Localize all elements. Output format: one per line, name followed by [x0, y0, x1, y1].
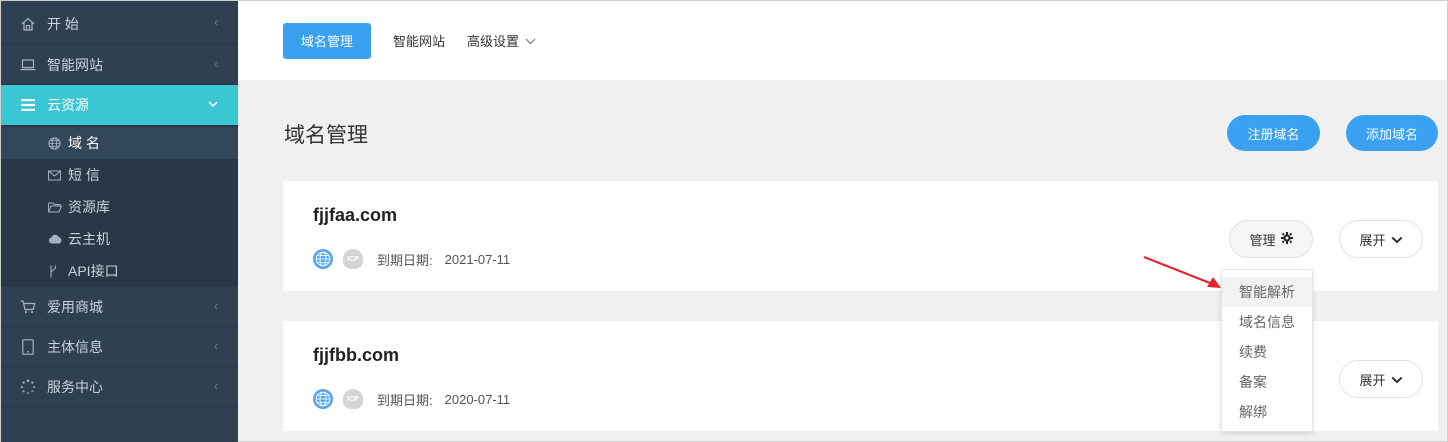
sidebar-item-label: 智能网站	[47, 56, 103, 73]
home-icon	[19, 16, 37, 32]
icp-badge-icon: ICP	[343, 389, 363, 409]
button-label: 展开	[1359, 372, 1386, 388]
gear-icon	[1280, 231, 1293, 247]
tablet-icon	[19, 338, 37, 355]
laptop-icon	[19, 58, 37, 72]
chevron-left-icon: ‹	[214, 339, 218, 353]
chevron-left-icon: ‹	[214, 57, 218, 71]
register-domain-button[interactable]: 注册域名	[1227, 115, 1320, 151]
sidebar-subitem-label: 短 信	[68, 167, 100, 183]
sidebar-subitem-label: API接口	[68, 263, 119, 279]
button-label: 注册域名	[1247, 126, 1300, 142]
globe-icon	[313, 249, 333, 269]
expiry-label: 到期日期:	[377, 392, 433, 408]
sidebar-subitem-sms[interactable]: 短 信	[1, 159, 238, 191]
tab-label: 域名管理	[301, 34, 354, 49]
spinner-icon	[19, 379, 37, 395]
button-label: 添加域名	[1365, 126, 1418, 142]
tab-label: 智能网站	[393, 34, 446, 49]
cart-icon	[19, 299, 37, 314]
domain-name: fjjfbb.com	[313, 345, 399, 365]
sidebar-subitem-label: 资源库	[68, 199, 110, 215]
sidebar-item-label: 爱用商城	[47, 298, 103, 315]
button-label: 管理	[1249, 232, 1276, 248]
expiry-date: 2020-07-11	[444, 391, 511, 407]
chevron-down-icon	[208, 97, 218, 111]
sidebar-item-label: 服务中心	[47, 378, 103, 395]
menu-item-domain-info[interactable]: 域名信息	[1222, 307, 1312, 337]
manage-button[interactable]: 管理	[1229, 220, 1313, 258]
sidebar-item-cloud-resources[interactable]: 云资源	[1, 85, 238, 125]
menu-item-renew[interactable]: 续费	[1222, 337, 1312, 367]
top-tab-bar: 域名管理 智能网站 高级设置	[238, 1, 1447, 80]
envelope-icon	[48, 169, 64, 181]
sidebar-subitem-label: 云主机	[68, 231, 110, 247]
sidebar-item-service-center[interactable]: 服务中心 ‹	[1, 367, 238, 407]
sidebar-item-smart-site[interactable]: 智能网站 ‹	[1, 45, 238, 85]
sidebar-item-label: 云资源	[47, 97, 89, 113]
globe-icon	[313, 389, 333, 409]
chevron-down-icon	[1391, 232, 1403, 247]
expand-button[interactable]: 展开	[1339, 360, 1423, 398]
tab-advanced-settings[interactable]: 高级设置	[467, 23, 536, 59]
sidebar: 开 始 ‹ 智能网站 ‹ 云资源 域 名 短 信 资源库 云主机 API接口 爱…	[1, 1, 238, 442]
cloud-resources-submenu: 域 名 短 信 资源库 云主机 API接口	[1, 125, 238, 287]
manage-dropdown-menu: 智能解析 域名信息 续费 备案 解绑	[1221, 269, 1313, 432]
expiry-label: 到期日期:	[377, 252, 433, 268]
sidebar-subitem-resource-library[interactable]: 资源库	[1, 191, 238, 223]
icp-badge-icon: ICP	[343, 249, 363, 269]
tab-label: 高级设置	[467, 34, 520, 49]
list-icon	[19, 99, 37, 111]
sidebar-item-label: 主体信息	[47, 338, 103, 355]
fork-icon	[48, 265, 64, 278]
add-domain-button[interactable]: 添加域名	[1346, 115, 1438, 151]
tab-smart-site[interactable]: 智能网站	[393, 23, 445, 59]
chevron-left-icon: ‹	[214, 379, 218, 393]
globe-icon	[48, 136, 64, 150]
sidebar-subitem-cloud-host[interactable]: 云主机	[1, 223, 238, 255]
domain-meta: ICP 到期日期: 2021-07-11	[313, 249, 510, 269]
chevron-down-icon	[525, 33, 536, 48]
sidebar-subitem-label: 域 名	[68, 135, 100, 151]
expand-button[interactable]: 展开	[1339, 220, 1423, 258]
expiry-date: 2021-07-11	[444, 251, 511, 267]
chevron-left-icon: ‹	[214, 299, 218, 313]
domain-name: fjjfaa.com	[313, 205, 398, 225]
button-label: 展开	[1359, 232, 1386, 248]
menu-item-smart-dns[interactable]: 智能解析	[1222, 277, 1312, 307]
sidebar-item-start[interactable]: 开 始 ‹	[1, 3, 238, 45]
sidebar-subitem-domain[interactable]: 域 名	[1, 127, 238, 159]
folder-icon	[48, 202, 64, 213]
chevron-left-icon: ‹	[214, 15, 218, 29]
sidebar-item-entity-info[interactable]: 主体信息 ‹	[1, 327, 238, 367]
chevron-down-icon	[1391, 372, 1403, 387]
cloud-icon	[48, 234, 64, 244]
sidebar-subitem-api[interactable]: API接口	[1, 255, 238, 287]
sidebar-item-label: 开 始	[47, 15, 79, 32]
menu-item-icp-filing[interactable]: 备案	[1222, 367, 1312, 397]
tab-domain-management[interactable]: 域名管理	[283, 22, 372, 59]
domain-meta: ICP 到期日期: 2020-07-11	[313, 389, 510, 409]
sidebar-item-store[interactable]: 爱用商城 ‹	[1, 287, 238, 327]
menu-item-unbind[interactable]: 解绑	[1222, 397, 1312, 427]
page-title: 域名管理	[284, 124, 368, 147]
